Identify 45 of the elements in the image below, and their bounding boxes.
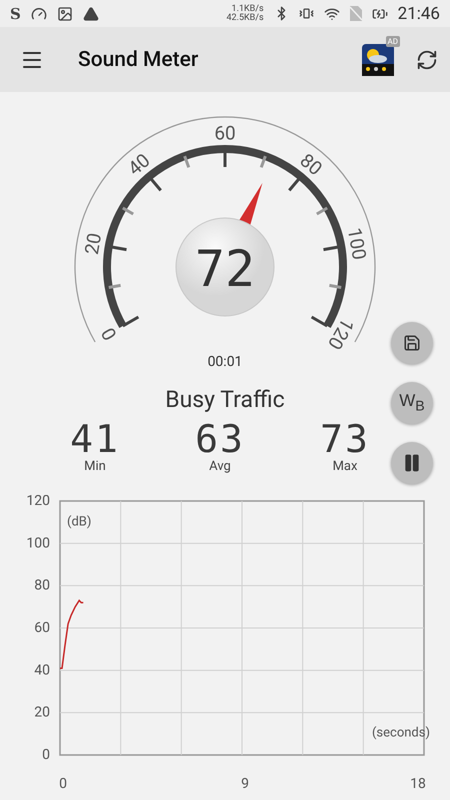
gauge-label: 100 (342, 226, 372, 262)
y-axis-unit: (dB) (67, 514, 92, 530)
stat-label: Max (332, 459, 358, 474)
vibrate-icon (298, 6, 314, 21)
refresh-icon[interactable] (416, 48, 438, 70)
y-tick-label: 80 (34, 578, 50, 594)
x-tick-label: 18 (410, 776, 426, 792)
y-tick-label: 40 (34, 662, 50, 678)
y-tick-label: 100 (26, 535, 50, 552)
gauge-label: 0 (96, 324, 122, 344)
gauge-label: 80 (296, 148, 327, 180)
image-icon (56, 6, 73, 22)
app-mark: S (10, 4, 21, 22)
gauge-label: 20 (80, 231, 106, 256)
y-tick-label: 20 (34, 704, 50, 721)
stat-value: 73 (320, 419, 370, 459)
y-tick-label: 120 (26, 495, 50, 509)
gauge-reading: 72 (194, 240, 256, 298)
app-title: Sound Meter (78, 48, 200, 72)
noise-category: Busy Traffic (165, 386, 285, 413)
stat-value: 41 (70, 419, 120, 459)
y-tick-label: 0 (42, 747, 50, 763)
stat-value: 63 (195, 419, 245, 459)
elapsed-time: 00:01 (208, 354, 242, 370)
weighting-button[interactable]: W$_{B}$ (391, 382, 433, 424)
x-tick-label: 0 (59, 776, 67, 792)
ad-badge: AD (386, 36, 400, 46)
upload-speed: 1.1KB/s (232, 4, 264, 14)
gauge-label: 60 (214, 122, 236, 144)
warning-icon (82, 6, 99, 22)
download-speed: 42.5KB/s (226, 14, 264, 22)
level-line (60, 599, 84, 669)
stat-label: Min (84, 459, 106, 474)
gauge-label: 120 (323, 314, 360, 354)
no-sim-icon (350, 6, 362, 21)
speedometer-icon (30, 6, 47, 22)
stat-label: Avg (209, 459, 231, 474)
x-tick-label: 9 (241, 776, 249, 792)
gauge-label: 40 (123, 148, 154, 180)
wifi-icon (324, 6, 340, 22)
save-icon (403, 334, 421, 352)
pause-button[interactable] (391, 442, 433, 484)
clock: 21:46 (398, 4, 440, 24)
save-button[interactable] (391, 322, 433, 364)
y-tick-label: 60 (34, 620, 50, 636)
